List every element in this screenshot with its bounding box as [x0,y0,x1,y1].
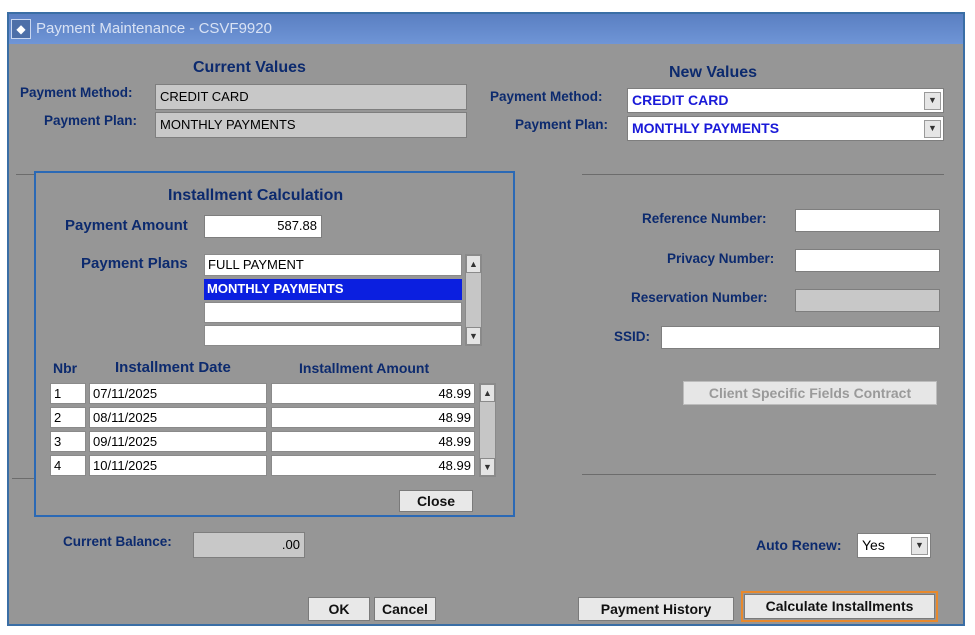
row-installment-amount[interactable]: 48.99 [271,431,475,452]
chevron-down-icon[interactable]: ▼ [911,537,928,555]
ssid-field[interactable] [661,326,940,349]
payment-history-button[interactable]: Payment History [578,597,734,621]
ok-button[interactable]: OK [308,597,370,621]
divider-left-top [16,174,36,175]
app-icon: ◆ [11,19,31,39]
row-installment-date[interactable]: 07/11/2025 [89,383,267,404]
new-payment-plan-value: MONTHLY PAYMENTS [632,120,780,136]
window-title: Payment Maintenance - CSVF9920 [36,20,272,37]
new-payment-plan-select[interactable]: MONTHLY PAYMENTS ▼ [627,116,944,141]
row-nbr: 2 [50,407,86,428]
scroll-down-icon[interactable]: ▼ [480,458,495,476]
column-header-installment-amount: Installment Amount [299,360,430,376]
row-installment-date[interactable]: 09/11/2025 [89,431,267,452]
column-header-nbr: Nbr [53,360,78,376]
auto-renew-value: Yes [862,537,885,553]
new-payment-method-label: Payment Method: [490,89,603,104]
reference-number-label: Reference Number: [642,211,767,226]
payment-plan-option[interactable] [204,302,462,323]
scroll-up-icon[interactable]: ▲ [466,255,481,273]
new-payment-plan-label: Payment Plan: [515,117,609,132]
client-specific-fields-button[interactable]: Client Specific Fields Contract [683,381,937,405]
privacy-number-field[interactable] [795,249,940,272]
current-payment-plan-label: Payment Plan: [44,113,138,128]
current-values-header: Current Values [193,59,306,76]
privacy-number-label: Privacy Number: [667,251,775,266]
divider-right-top [582,174,944,175]
scroll-down-icon[interactable]: ▼ [466,327,481,345]
reservation-number-field [795,289,940,312]
current-payment-method-field: CREDIT CARD [155,84,467,110]
row-installment-date[interactable]: 08/11/2025 [89,407,267,428]
row-installment-amount[interactable]: 48.99 [271,383,475,404]
current-payment-method-label: Payment Method: [20,85,133,100]
row-nbr: 1 [50,383,86,404]
row-nbr: 4 [50,455,86,476]
reservation-number-label: Reservation Number: [631,290,768,305]
new-values-header: New Values [669,64,758,81]
cancel-button[interactable]: Cancel [374,597,436,621]
payment-plan-option[interactable]: FULL PAYMENT [204,254,462,276]
column-header-installment-date: Installment Date [115,359,231,376]
close-button[interactable]: Close [399,490,473,512]
divider-right-bottom [582,474,936,475]
current-payment-plan-field: MONTHLY PAYMENTS [155,112,467,138]
payment-amount-label: Payment Amount [65,217,188,234]
payment-plans-label: Payment Plans [81,255,188,272]
installment-calculation-header: Installment Calculation [168,187,344,204]
calculate-installments-button[interactable]: Calculate Installments [744,594,935,619]
row-nbr: 3 [50,431,86,452]
chevron-down-icon[interactable]: ▼ [924,120,941,138]
current-balance-label: Current Balance: [63,534,172,549]
reference-number-field[interactable] [795,209,940,232]
payment-amount-field[interactable]: 587.88 [204,215,322,238]
auto-renew-label: Auto Renew: [756,537,842,553]
current-balance-field: .00 [193,532,305,558]
ssid-label: SSID: [614,329,651,344]
chevron-down-icon[interactable]: ▼ [924,92,941,110]
scroll-up-icon[interactable]: ▲ [480,384,495,402]
row-installment-amount[interactable]: 48.99 [271,455,475,476]
payment-plan-option-selected[interactable]: MONTHLY PAYMENTS [204,279,462,300]
new-payment-method-value: CREDIT CARD [632,92,729,108]
new-payment-method-select[interactable]: CREDIT CARD ▼ [627,88,944,113]
row-installment-date[interactable]: 10/11/2025 [89,455,267,476]
payment-plan-option[interactable] [204,325,462,346]
divider-left-bottom [12,478,34,479]
row-installment-amount[interactable]: 48.99 [271,407,475,428]
auto-renew-select[interactable]: Yes ▼ [857,533,931,558]
